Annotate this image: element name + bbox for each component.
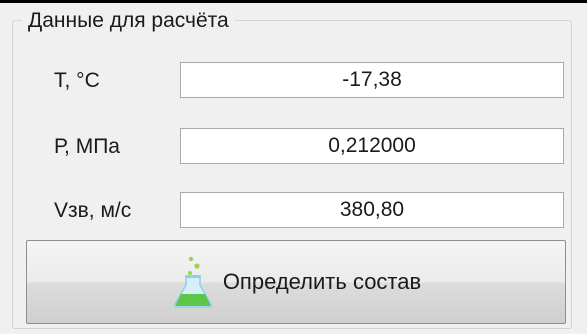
determine-composition-button[interactable]: Определить состав (26, 240, 566, 324)
group-title: Данные для расчёта (22, 8, 235, 34)
sound-speed-label: Vзв, м/с (54, 199, 132, 222)
pressure-input[interactable] (180, 128, 564, 164)
top-border-line (0, 0, 587, 3)
determine-composition-label: Определить состав (222, 269, 422, 294)
temperature-label: Т, °С (54, 69, 100, 92)
flask-icon (173, 256, 212, 308)
temperature-input[interactable] (180, 62, 564, 98)
pressure-label: Р, МПа (54, 135, 120, 158)
sound-speed-input[interactable] (180, 192, 564, 228)
